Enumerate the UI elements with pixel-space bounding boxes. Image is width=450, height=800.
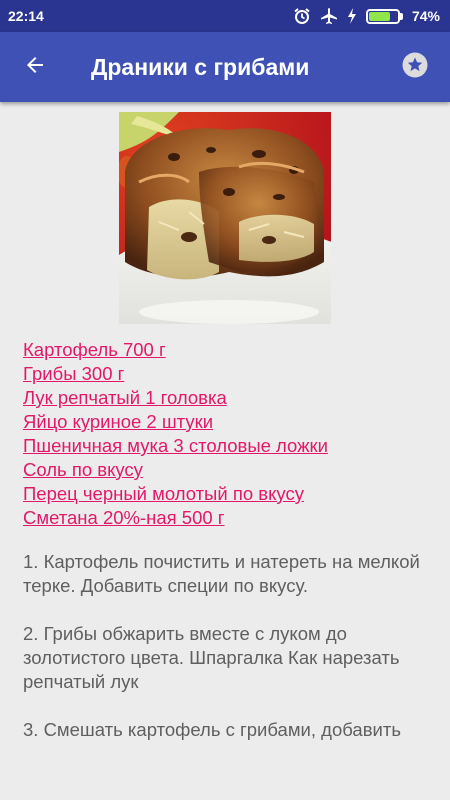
battery-icon bbox=[365, 8, 403, 24]
status-icons: 74% bbox=[293, 7, 440, 25]
recipe-step: 1. Картофель почистить и натереть на мел… bbox=[23, 551, 420, 596]
page-title: Драники с грибами bbox=[91, 53, 310, 80]
app-bar: Драники с грибами bbox=[0, 32, 450, 102]
back-button[interactable] bbox=[3, 32, 67, 102]
recipe-steps: 1. Картофель почистить и натереть на мел… bbox=[23, 550, 438, 766]
ingredient-link[interactable]: Лук репчатый 1 головка bbox=[23, 386, 328, 410]
ingredient-list: Картофель 700 г Грибы 300 г Лук репчатый… bbox=[23, 338, 328, 530]
star-icon bbox=[402, 52, 428, 83]
ingredient-link[interactable]: Грибы 300 г bbox=[23, 362, 328, 386]
recipe-step: 3. Смешать картофель с грибами, добавить bbox=[23, 719, 401, 740]
favorite-button[interactable] bbox=[402, 52, 428, 83]
airplane-mode-icon bbox=[320, 7, 338, 25]
status-time: 22:14 bbox=[8, 8, 44, 24]
battery-percent: 74% bbox=[411, 8, 440, 24]
ingredient-link[interactable]: Пшеничная мука 3 столовые ложки bbox=[23, 434, 328, 458]
charging-icon bbox=[347, 8, 357, 24]
ingredient-link[interactable]: Соль по вкусу bbox=[23, 458, 328, 482]
ingredient-link[interactable]: Яйцо куриное 2 штуки bbox=[23, 410, 328, 434]
status-bar: 22:14 74% bbox=[0, 0, 450, 32]
ingredient-link[interactable]: Сметана 20%-ная 500 г bbox=[23, 506, 328, 530]
alarm-icon bbox=[293, 7, 311, 25]
recipe-content: Картофель 700 г Грибы 300 г Лук репчатый… bbox=[0, 102, 450, 800]
recipe-step: 2. Грибы обжарить вместе с луком до золо… bbox=[23, 623, 400, 692]
ingredient-link[interactable]: Перец черный молотый по вкусу bbox=[23, 482, 328, 506]
ingredient-link[interactable]: Картофель 700 г bbox=[23, 338, 328, 362]
arrow-left-icon bbox=[23, 53, 47, 82]
recipe-photo bbox=[119, 112, 331, 324]
